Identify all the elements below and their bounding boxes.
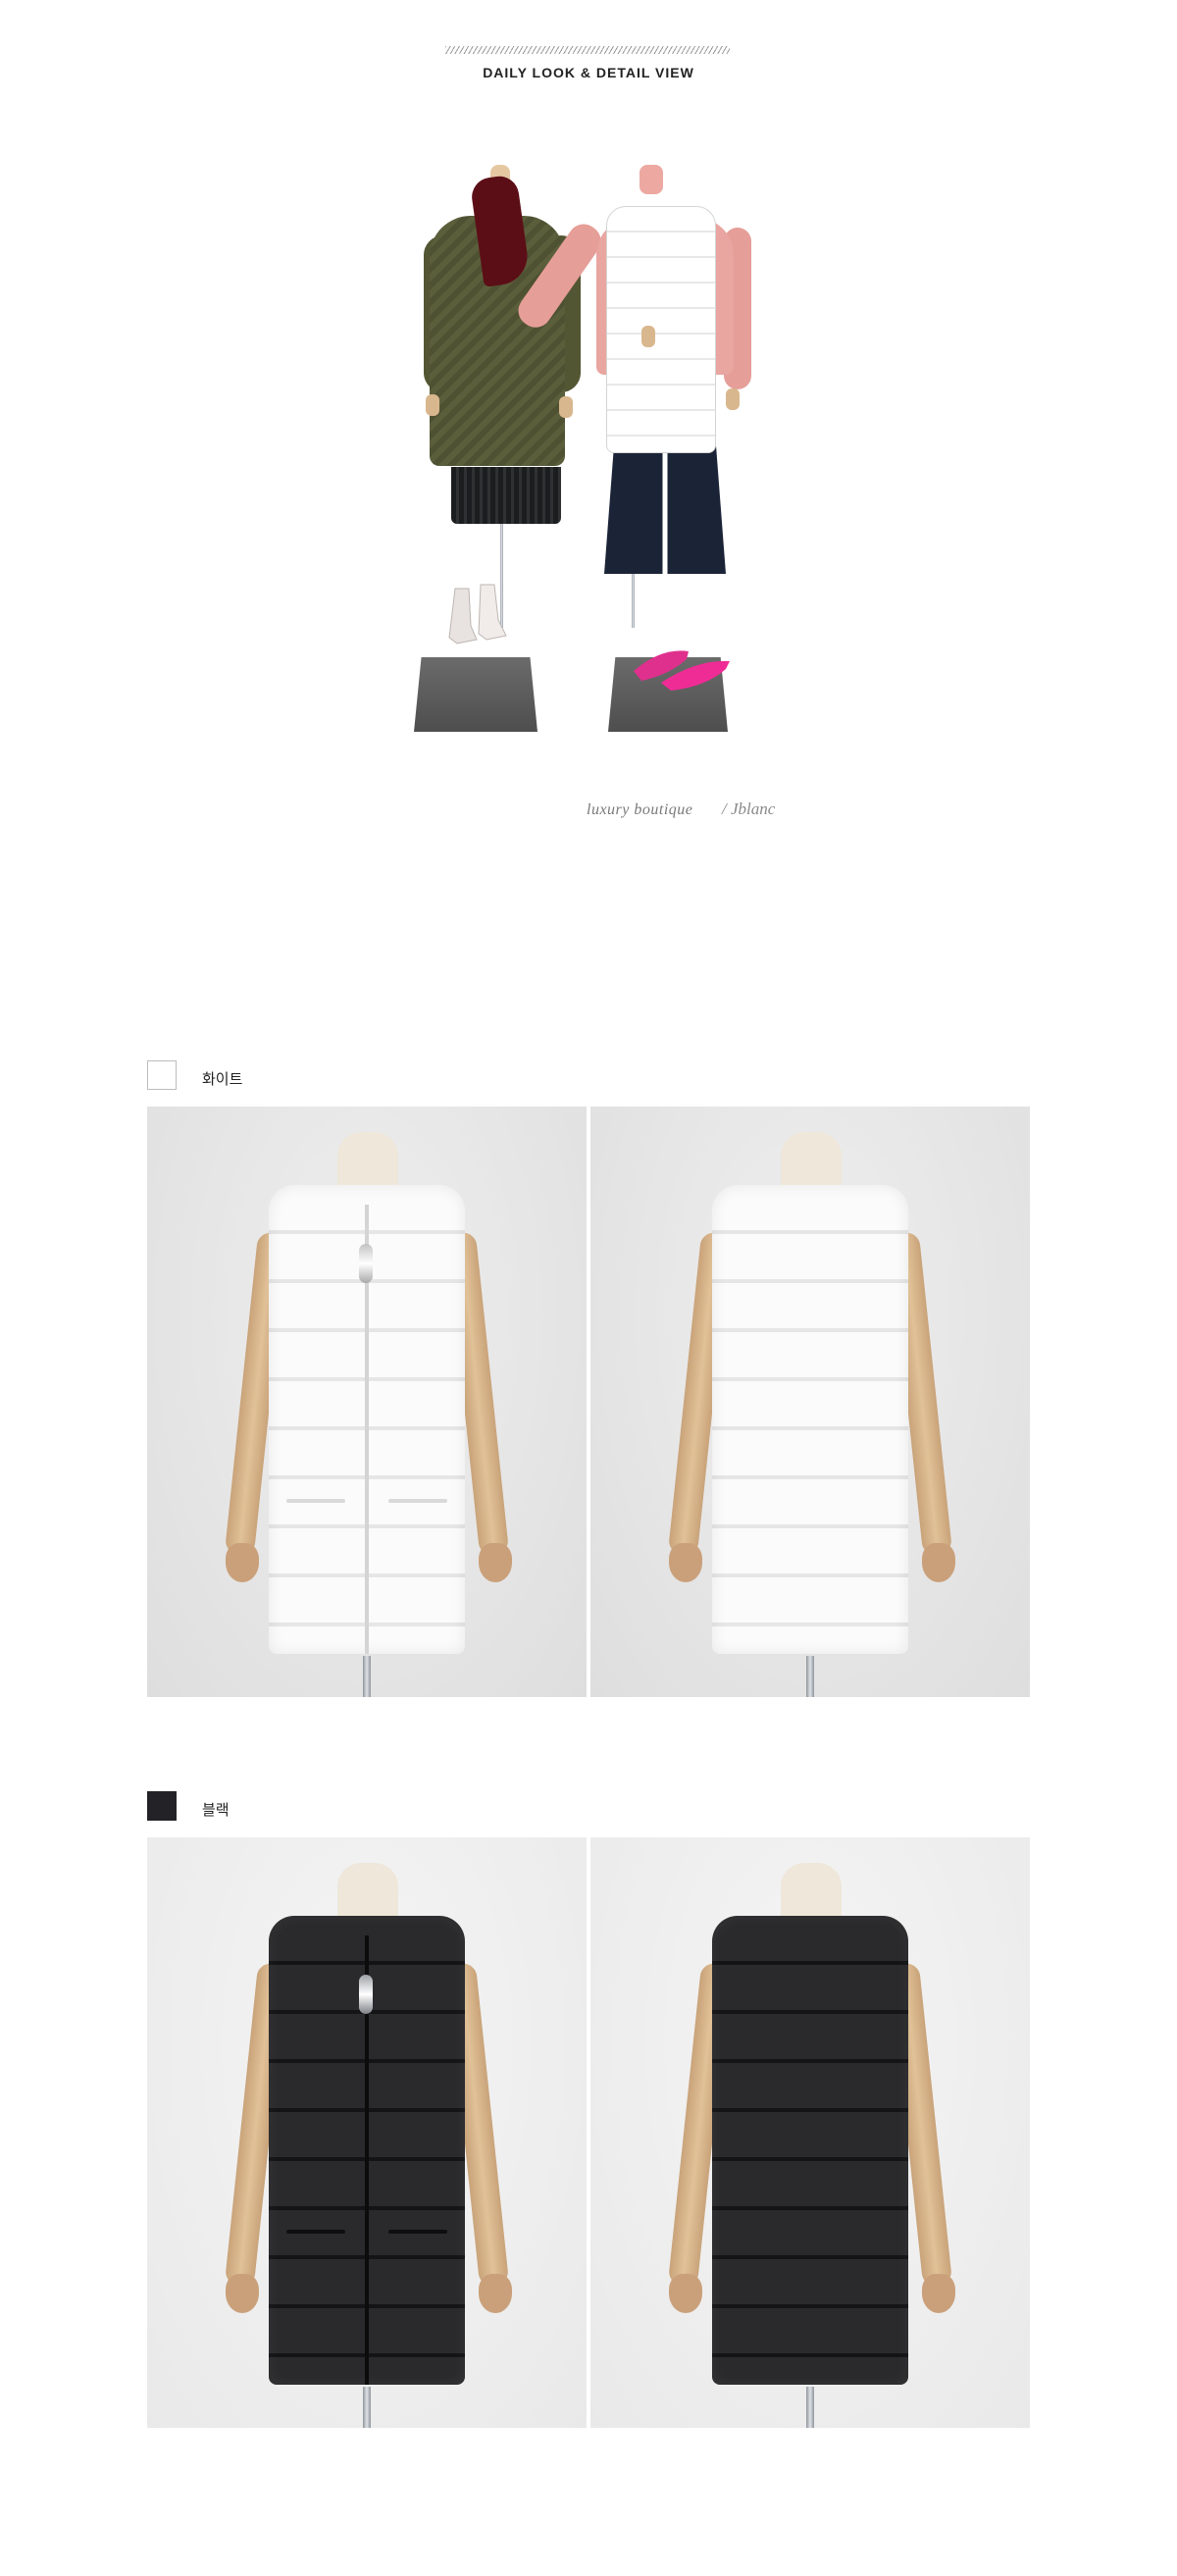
black-color-swatch (147, 1791, 177, 1821)
pink-shoes-icon (634, 650, 730, 691)
pocket-right (388, 2230, 447, 2234)
mannequin-stand-left (414, 657, 537, 732)
white-vest-back-photo (590, 1107, 1030, 1697)
zipper-pull (359, 1244, 373, 1283)
color-label-white: 화이트 (202, 1070, 243, 1088)
brand-tagline: luxury boutique (587, 801, 693, 818)
title-decoration (445, 46, 730, 54)
white-padded-vest-front (269, 1185, 465, 1654)
white-vest-outfit (606, 206, 716, 453)
color-label-black: 블랙 (202, 1801, 230, 1819)
black-padded-vest-front (269, 1916, 465, 2385)
white-vest-front-photo (147, 1107, 587, 1697)
pocket-right (388, 1499, 447, 1503)
zipper-pull (359, 1975, 373, 2014)
white-color-swatch (147, 1060, 177, 1090)
brand-signature: / Jblanc (722, 799, 776, 818)
white-boots-icon (448, 584, 507, 644)
pleated-skirt (451, 467, 561, 524)
black-vest-front-photo (147, 1837, 587, 2428)
black-vest-back-photo (590, 1837, 1030, 2428)
pocket-left (286, 2230, 345, 2234)
denim-jeans (604, 446, 726, 574)
daily-look-image (412, 157, 765, 746)
section-title: DAILY LOOK & DETAIL VIEW (483, 65, 694, 80)
white-padded-vest-back (712, 1185, 908, 1654)
pocket-left (286, 1499, 345, 1503)
black-padded-vest-back (712, 1916, 908, 2385)
